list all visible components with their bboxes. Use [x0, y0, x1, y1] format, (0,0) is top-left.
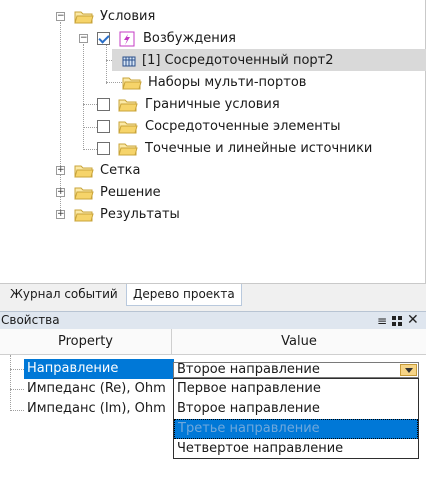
tree-node-label: Граничные условия: [145, 97, 280, 112]
properties-title: Свойства: [1, 313, 60, 327]
folder-icon: [74, 165, 94, 178]
tree-node-point-line-sources[interactable]: Точечные и линейные источники: [0, 138, 426, 160]
dropdown-option[interactable]: Четвертое направление: [174, 439, 418, 459]
folder-icon: [122, 77, 142, 90]
tree-node-label: Условия: [100, 9, 156, 24]
grid-icon[interactable]: [392, 316, 402, 326]
property-name: Направление: [24, 359, 174, 379]
tree-node-multiport-sets[interactable]: Наборы мульти-портов: [0, 72, 426, 94]
expand-toggle[interactable]: +: [56, 166, 65, 175]
dropdown-option-highlighted[interactable]: Третье направление: [174, 419, 418, 439]
property-row-direction[interactable]: Направление: [0, 359, 174, 379]
tree-node-label: Наборы мульти-портов: [148, 75, 307, 90]
tab-event-log[interactable]: Журнал событий: [4, 284, 124, 306]
excitation-icon: [119, 31, 135, 47]
column-header-property[interactable]: Property: [0, 329, 172, 355]
tab-project-tree[interactable]: Дерево проекта: [126, 284, 242, 306]
folder-icon: [74, 11, 94, 24]
tree-node-label: Возбуждения: [143, 31, 236, 46]
folder-icon: [74, 187, 94, 200]
tree-node-excitations[interactable]: − Возбуждения: [0, 28, 426, 50]
collapse-toggle[interactable]: −: [56, 12, 65, 21]
properties-header: Свойства ≡ ✕: [0, 311, 426, 329]
property-row-impedance-im[interactable]: Импеданс (Im), Ohm: [0, 399, 172, 419]
tree-node-lumped-elements[interactable]: Сосредоточенные элементы: [0, 116, 426, 138]
dropdown-arrow-icon[interactable]: [400, 364, 417, 376]
property-row-impedance-re[interactable]: Импеданс (Re), Ohm: [0, 379, 172, 399]
tree-node-label: Сетка: [100, 163, 141, 178]
list-icon[interactable]: ≡: [377, 313, 387, 329]
property-name: Импеданс (Im), Ohm: [27, 401, 166, 416]
tree-node-label: Результаты: [100, 207, 180, 222]
tree-node-solution[interactable]: + Решение: [0, 182, 426, 204]
tree-node-mesh[interactable]: + Сетка: [0, 160, 426, 182]
collapse-toggle[interactable]: −: [79, 34, 88, 43]
close-icon[interactable]: ✕: [407, 313, 419, 328]
column-header-value[interactable]: Value: [172, 329, 426, 355]
panel-tabs: Журнал событий Дерево проекта: [0, 283, 426, 311]
dropdown-option[interactable]: Первое направление: [174, 379, 418, 399]
checkbox[interactable]: [97, 32, 110, 45]
checkbox[interactable]: [97, 142, 110, 155]
port-icon: [122, 56, 136, 67]
folder-icon: [118, 121, 138, 134]
combobox-value: Второе направление: [177, 362, 320, 377]
checkbox[interactable]: [97, 98, 110, 111]
folder-icon: [118, 99, 138, 112]
folder-icon: [74, 209, 94, 222]
tree-node-lumped-port[interactable]: [1] Сосредоточенный порт2: [0, 50, 426, 72]
expand-toggle[interactable]: +: [56, 210, 65, 219]
project-tree[interactable]: − Условия − Возбуждения [1] Сосредоточен…: [0, 0, 426, 283]
expand-toggle[interactable]: +: [56, 188, 65, 197]
tree-node-label: [1] Сосредоточенный порт2: [142, 53, 334, 68]
tree-node-results[interactable]: + Результаты: [0, 204, 426, 226]
folder-icon: [118, 143, 138, 156]
dropdown-option[interactable]: Второе направление: [174, 399, 418, 419]
tree-node-label: Сосредоточенные элементы: [145, 119, 341, 134]
tree-node-boundary-conditions[interactable]: Граничные условия: [0, 94, 426, 116]
direction-combobox[interactable]: Второе направление: [173, 362, 419, 378]
checkbox[interactable]: [97, 120, 110, 133]
tree-node-label: Решение: [100, 185, 161, 200]
property-name: Импеданс (Re), Ohm: [27, 381, 166, 396]
direction-dropdown-list[interactable]: Первое направление Второе направление Тр…: [173, 378, 419, 459]
tree-node-label: Точечные и линейные источники: [145, 141, 373, 156]
tree-node-conditions[interactable]: − Условия: [0, 6, 426, 28]
